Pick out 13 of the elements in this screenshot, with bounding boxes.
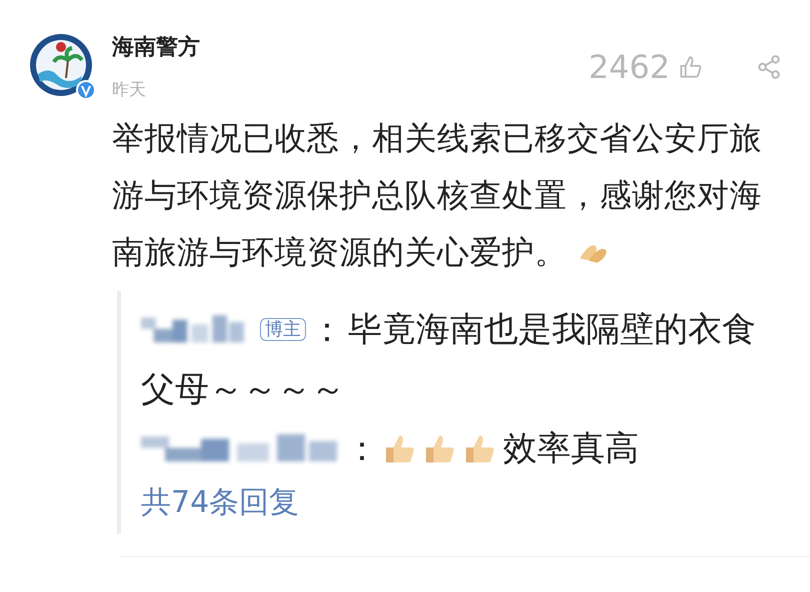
colon: ： bbox=[345, 429, 379, 470]
reply-text-line: 毕竟海南也是我隔壁的衣食 bbox=[348, 310, 756, 350]
colon: ： bbox=[310, 310, 344, 350]
share-icon[interactable] bbox=[756, 54, 782, 80]
thumbs-up-icon[interactable] bbox=[678, 54, 704, 80]
author-name[interactable]: 海南警方 bbox=[112, 32, 200, 62]
reply-text-line: 父母～～～～ bbox=[141, 369, 345, 410]
comment-text: 举报情况已收悉，相关线索已移交省公安厅旅游与环境资源保护总队核查处置，感谢您对海南旅游与环境资源的关心爱护。 bbox=[112, 118, 763, 273]
like-count: 2462 bbox=[588, 48, 670, 86]
reply-text: 效率真高 bbox=[503, 429, 639, 470]
reply-count-link[interactable]: 共74条回复 bbox=[141, 478, 791, 534]
author-badge: 博主 bbox=[260, 318, 306, 341]
post-time: 昨天 bbox=[112, 79, 147, 101]
